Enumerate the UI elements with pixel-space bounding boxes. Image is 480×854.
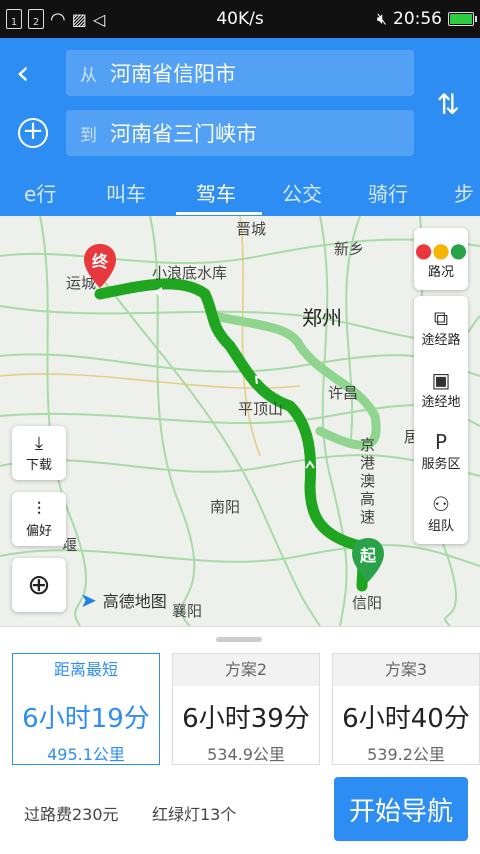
team-icon: ⚇: [432, 491, 450, 516]
map-label-xiaolangdi: 小浪底水库: [152, 264, 228, 282]
drag-handle[interactable]: [216, 637, 262, 642]
image-icon: ▨: [71, 9, 87, 29]
amap-logo: ➤ 高德地图: [80, 588, 167, 612]
back-triangle-icon: ◁: [92, 9, 106, 29]
end-marker[interactable]: 终: [82, 242, 118, 290]
from-tag: 从: [80, 65, 97, 86]
from-value: 河南省信阳市: [110, 62, 236, 86]
add-waypoint-icon[interactable]: +: [18, 118, 48, 148]
start-navigation-button[interactable]: 开始导航: [334, 777, 468, 841]
team-button[interactable]: ⚇ 组队: [414, 482, 468, 544]
battery-level: [450, 14, 472, 24]
locate-icon: ⊕: [27, 568, 51, 601]
route-plans-sheet: 距离最短 6小时19分 495.1公里 方案2 6小时39分 534.9公里 方…: [0, 626, 480, 854]
tab-underline: [176, 212, 262, 215]
team-label: 组队: [427, 518, 454, 534]
route-header: ‹ + 从 河南省信阳市 到 河南省三门峡市 ⇅ e行 叫车 驾车 公交 骑行 …: [0, 38, 480, 216]
clock: 20:56: [393, 9, 442, 29]
plan-2-time: 6小时39分: [182, 704, 310, 734]
via-place-label: 途经地: [421, 394, 461, 410]
status-bar: 1 2 ◠ ▨ ◁ 40K/s 🔇︎ 20:56: [0, 0, 480, 38]
tab-ex[interactable]: e行: [24, 178, 56, 207]
plan-card-1[interactable]: 距离最短 6小时19分 495.1公里: [12, 653, 160, 765]
download-icon: ⤓: [35, 432, 43, 454]
sim2-icon: 2: [28, 9, 44, 29]
route-tools-panel: ⧉ 途经路 ▣ 途经地 P 服务区 ⚇ 组队: [414, 296, 468, 544]
preference-button[interactable]: ⫶ 偏好: [12, 492, 66, 546]
traffic-panel: ●●● 路况: [414, 228, 468, 290]
download-button[interactable]: ⤓ 下载: [12, 426, 66, 480]
via-place-icon: ▣: [431, 367, 451, 392]
toll-info: 过路费230元: [24, 805, 119, 824]
start-marker-label: 起: [359, 546, 376, 565]
map-label-jincheng: 晋城: [236, 220, 267, 238]
end-marker-label: 终: [91, 252, 108, 271]
tab-walk[interactable]: 步: [454, 178, 474, 207]
from-field[interactable]: 从 河南省信阳市: [66, 50, 414, 96]
via-road-icon: ⧉: [433, 305, 449, 330]
amap-logo-icon: ➤: [80, 588, 97, 612]
via-road-button[interactable]: ⧉ 途经路: [414, 296, 468, 358]
battery-icon: [448, 12, 477, 26]
to-tag: 到: [80, 125, 97, 146]
download-label: 下载: [25, 457, 52, 473]
plan-card-2[interactable]: 方案2 6小时39分 534.9公里: [172, 653, 320, 765]
start-marker[interactable]: 起: [350, 536, 386, 584]
tab-taxi[interactable]: 叫车: [106, 178, 146, 207]
tab-bus[interactable]: 公交: [282, 178, 322, 207]
plan-1-header: 距离最短: [13, 654, 159, 686]
plan-2-header: 方案2: [173, 654, 319, 686]
plan-2-distance: 534.9公里: [207, 745, 285, 764]
amap-logo-text: 高德地图: [102, 592, 167, 611]
back-icon[interactable]: ‹: [16, 56, 44, 90]
plan-3-header: 方案3: [333, 654, 479, 686]
map-label-xinyang: 信阳: [352, 594, 383, 612]
map-label-zhengzhou: 郑州: [302, 306, 342, 330]
plan-3-distance: 539.2公里: [367, 745, 445, 764]
wifi-icon: ◠: [50, 8, 66, 30]
map-label-xinxiang: 新乡: [334, 240, 365, 258]
mode-tabs: e行 叫车 驾车 公交 骑行 步: [0, 172, 480, 216]
tab-ride[interactable]: 骑行: [368, 178, 408, 207]
traffic-light-icon: ●●●: [414, 237, 468, 262]
plan-3-time: 6小时40分: [342, 704, 470, 734]
mute-icon: 🔇︎: [376, 9, 387, 28]
service-area-label: 服务区: [421, 456, 461, 472]
to-value: 河南省三门峡市: [110, 122, 257, 146]
locate-button[interactable]: ⊕: [12, 558, 66, 612]
preference-label: 偏好: [25, 523, 52, 539]
traffic-lights-info: 红绿灯13个: [152, 805, 237, 824]
map-label-nanyang: 南阳: [210, 498, 241, 516]
map-label-xiangyang: 襄阳: [172, 602, 203, 620]
service-area-button[interactable]: P 服务区: [414, 420, 468, 482]
preference-sliders-icon: ⫶: [36, 498, 42, 520]
swap-icon[interactable]: ⇅: [437, 88, 460, 121]
to-field[interactable]: 到 河南省三门峡市: [66, 110, 414, 156]
via-road-label: 途经路: [421, 332, 461, 348]
map-label-pingdingshan: 平顶山: [238, 400, 284, 418]
tab-drive[interactable]: 驾车: [196, 178, 236, 207]
plan-1-time: 6小时19分: [22, 704, 150, 734]
sim1-icon: 1: [6, 9, 22, 29]
map-label-xuchang: 许昌: [328, 384, 359, 402]
via-place-button[interactable]: ▣ 途经地: [414, 358, 468, 420]
map-label-jinggangao: 京港澳高速: [360, 436, 376, 526]
traffic-label: 路况: [427, 264, 454, 280]
traffic-button[interactable]: ●●● 路况: [414, 228, 468, 290]
service-area-icon: P: [434, 429, 448, 454]
plan-1-distance: 495.1公里: [47, 745, 125, 764]
map-view[interactable]: 晋城 新乡 小浪底水库 运城 郑州 许昌 平顶山 南阳 襄阳 信阳 堰 居 京港…: [0, 216, 480, 626]
plan-card-3[interactable]: 方案3 6小时40分 539.2公里: [332, 653, 480, 765]
